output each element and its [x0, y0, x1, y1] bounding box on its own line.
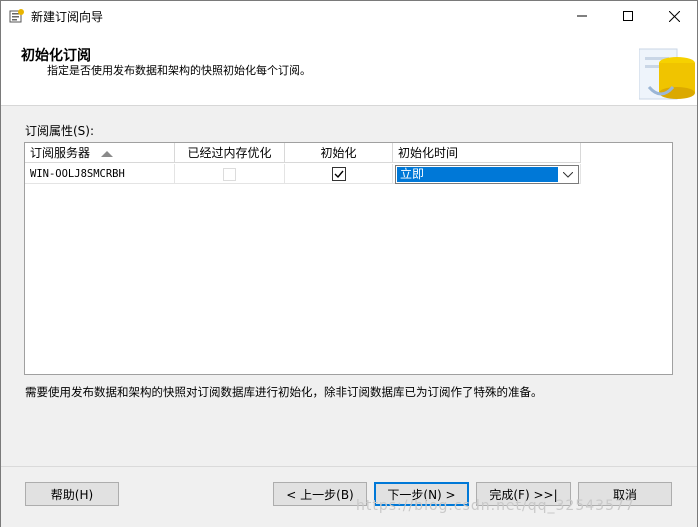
wizard-app-icon	[9, 9, 24, 23]
wizard-window: 新建订阅向导 初始化订阅 指定是否使用发布数据和架构的快照初始化每个订阅。 订阅…	[0, 0, 698, 527]
column-header-memopt[interactable]: 已经过内存优化	[175, 143, 285, 163]
init-time-value: 立即	[397, 167, 558, 182]
wizard-header: 初始化订阅 指定是否使用发布数据和架构的快照初始化每个订阅。	[1, 31, 697, 106]
close-icon	[668, 10, 680, 22]
watermark: https://blog.csdn.net/qq_32543577	[356, 498, 635, 514]
init-time-cell: 立即	[393, 164, 581, 184]
checkmark-icon	[334, 170, 344, 179]
init-time-dropdown[interactable]: 立即	[395, 165, 579, 184]
column-header-init-time[interactable]: 初始化时间	[393, 143, 581, 163]
minimize-icon	[577, 15, 587, 17]
column-header-init-label: 初始化	[320, 146, 357, 160]
column-header-server[interactable]: 订阅服务器	[25, 143, 175, 163]
maximize-button[interactable]	[605, 1, 651, 31]
wizard-footer: 帮助(H) < 上一步(B) 下一步(N) > 完成(F) >>| 取消	[1, 466, 697, 527]
initialization-note: 需要使用发布数据和架构的快照对订阅数据库进行初始化，除非订阅数据库已为订阅作了特…	[25, 385, 543, 399]
column-header-server-label: 订阅服务器	[30, 146, 91, 160]
init-cell	[285, 164, 393, 184]
database-wizard-icon	[639, 48, 695, 100]
memopt-cell	[175, 164, 285, 184]
column-header-memopt-label: 已经过内存优化	[187, 146, 272, 160]
init-checkbox[interactable]	[332, 167, 346, 181]
page-subtitle: 指定是否使用发布数据和架构的快照初始化每个订阅。	[47, 64, 311, 77]
server-cell[interactable]: WIN-OOLJ8SMCRBH	[25, 164, 175, 184]
title-bar[interactable]: 新建订阅向导	[1, 1, 697, 31]
chevron-down-icon	[563, 172, 573, 178]
maximize-icon	[623, 11, 633, 21]
column-header-init[interactable]: 初始化	[285, 143, 393, 163]
back-button[interactable]: < 上一步(B)	[273, 482, 367, 506]
minimize-button[interactable]	[559, 1, 605, 31]
window-title: 新建订阅向导	[31, 10, 104, 24]
close-button[interactable]	[651, 1, 697, 31]
memopt-checkbox	[223, 168, 236, 181]
column-header-init-time-label: 初始化时间	[398, 146, 459, 160]
subscription-properties-grid[interactable]: 订阅服务器 已经过内存优化 初始化 初始化时间 WIN-OOLJ8SMCRBH	[24, 142, 673, 375]
sort-ascending-icon	[101, 151, 113, 157]
help-button[interactable]: 帮助(H)	[25, 482, 119, 506]
subscription-properties-label: 订阅属性(S):	[25, 124, 95, 138]
